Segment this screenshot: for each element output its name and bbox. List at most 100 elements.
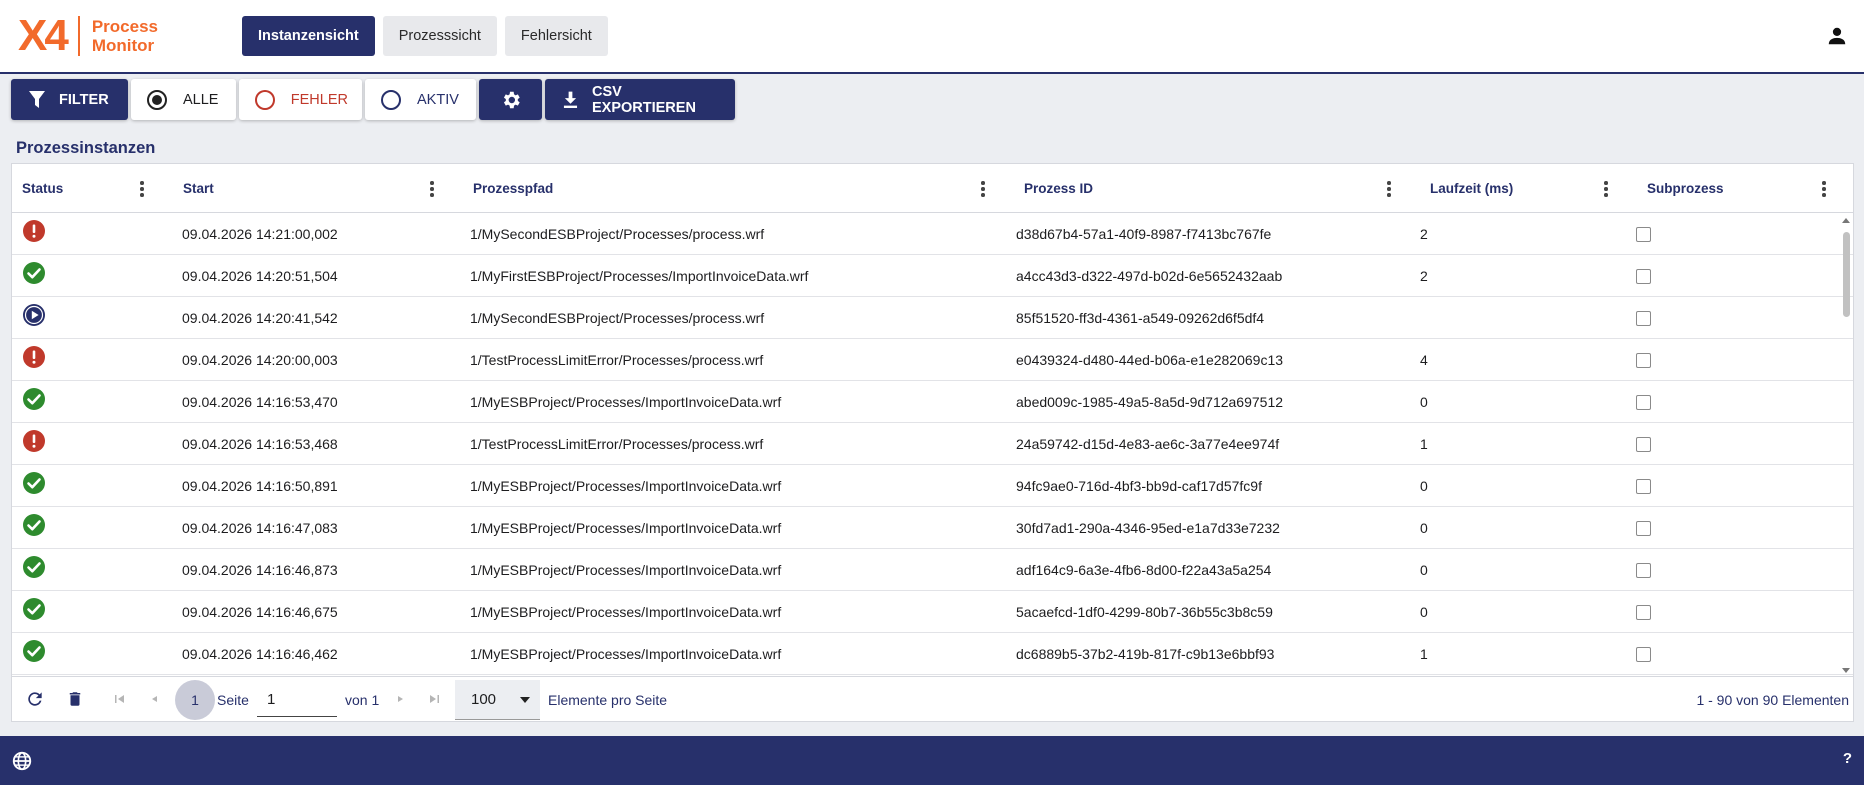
table-row[interactable]: 09.04.2026 14:20:51,504 1/MyFirstESBProje…	[12, 255, 1853, 297]
logo-mark: X4	[18, 11, 69, 60]
success-status-icon	[23, 388, 45, 410]
table-row[interactable]: 09.04.2026 14:21:00,002 1/MySecondESBProj…	[12, 213, 1853, 255]
globe-icon[interactable]	[11, 750, 33, 772]
subprocess-checkbox[interactable]	[1636, 604, 1651, 620]
tab-fehlersicht[interactable]: Fehlersicht	[504, 16, 608, 56]
table-row[interactable]: 09.04.2026 14:20:41,542 1/MySecondESBProj…	[12, 297, 1853, 339]
refresh-icon[interactable]	[25, 689, 45, 709]
subprocess-checkbox[interactable]	[1636, 520, 1651, 536]
column-menu-icon[interactable]	[140, 181, 144, 197]
cell-runtime: 1	[1420, 436, 1428, 452]
help-button[interactable]: ?	[1843, 750, 1852, 767]
table-row[interactable]: 09.04.2026 14:20:00,003 1/TestProcessLimi…	[12, 339, 1853, 381]
section-title: Prozessinstanzen	[16, 139, 156, 157]
csv-export-button[interactable]: CSV EXPORTIEREN	[545, 79, 735, 120]
table-row[interactable]: 09.04.2026 14:16:53,470 1/MyESBProject/Pr…	[12, 381, 1853, 423]
radio-selected-icon	[147, 89, 167, 110]
cell-start: 09.04.2026 14:16:46,873	[182, 562, 338, 578]
cell-process-id: 5acaefcd-1df0-4299-80b7-36b55c3b8c59	[1016, 604, 1273, 620]
filter-all-radio[interactable]: ALLE	[131, 79, 236, 120]
subprocess-checkbox[interactable]	[1636, 226, 1651, 242]
column-header-status[interactable]: Status	[22, 164, 63, 213]
column-menu-icon[interactable]	[430, 181, 434, 197]
previous-page-icon[interactable]	[148, 692, 162, 706]
cell-path: 1/TestProcessLimitError/Processes/proces…	[470, 436, 764, 452]
error-status-icon	[23, 220, 45, 242]
error-status-icon	[23, 430, 45, 452]
subprocess-checkbox[interactable]	[1636, 646, 1651, 662]
cell-runtime: 2	[1420, 268, 1428, 284]
page-size-label: Elemente pro Seite	[548, 691, 668, 708]
cell-process-id: 94fc9ae0-716d-4bf3-bb9d-caf17d57fc9f	[1016, 478, 1262, 494]
subprocess-checkbox[interactable]	[1636, 310, 1651, 326]
next-page-icon[interactable]	[393, 692, 407, 706]
column-header-runtime[interactable]: Laufzeit (ms)	[1430, 164, 1513, 213]
subprocess-checkbox[interactable]	[1636, 394, 1651, 410]
page-size-select[interactable]: 100	[455, 680, 540, 720]
last-page-icon[interactable]	[427, 692, 441, 706]
page-number-input[interactable]	[257, 683, 337, 717]
first-page-icon[interactable]	[113, 692, 127, 706]
cell-process-id: a4cc43d3-d322-497d-b02d-6e5652432aab	[1016, 268, 1283, 284]
table-row[interactable]: 09.04.2026 14:16:46,462 1/MyESBProject/Pr…	[12, 633, 1853, 675]
column-header-id[interactable]: Prozess ID	[1024, 164, 1093, 213]
cell-path: 1/TestProcessLimitError/Processes/proces…	[470, 352, 764, 368]
cell-path: 1/MyESBProject/Processes/ImportInvoiceDa…	[470, 604, 782, 620]
column-menu-icon[interactable]	[1387, 181, 1391, 197]
cell-runtime: 0	[1420, 604, 1428, 620]
scroll-down-icon[interactable]	[1842, 668, 1850, 673]
cell-process-id: 24a59742-d15d-4e83-ae6c-3a77e4ee974f	[1016, 436, 1280, 452]
trash-icon[interactable]	[66, 689, 84, 709]
table-row[interactable]: 09.04.2026 14:16:47,083 1/MyESBProject/Pr…	[12, 507, 1853, 549]
tab-instanzensicht[interactable]: Instanzensicht	[242, 16, 375, 56]
user-icon[interactable]	[1826, 25, 1848, 47]
cell-path: 1/MyESBProject/Processes/ImportInvoiceDa…	[470, 478, 782, 494]
cell-path: 1/MyESBProject/Processes/ImportInvoiceDa…	[470, 646, 782, 662]
success-status-icon	[23, 640, 45, 662]
column-menu-icon[interactable]	[1604, 181, 1608, 197]
column-menu-icon[interactable]	[981, 181, 985, 197]
subprocess-checkbox[interactable]	[1636, 352, 1651, 368]
column-header-subprocess[interactable]: Subprozess	[1647, 164, 1724, 213]
cell-start: 09.04.2026 14:20:51,504	[182, 268, 338, 284]
table-row[interactable]: 09.04.2026 14:16:46,675 1/MyESBProject/Pr…	[12, 591, 1853, 633]
subprocess-checkbox[interactable]	[1636, 562, 1651, 578]
subprocess-checkbox[interactable]	[1636, 436, 1651, 452]
filter-active-radio[interactable]: AKTIV	[365, 79, 476, 120]
table-row[interactable]: 09.04.2026 14:16:50,891 1/MyESBProject/Pr…	[12, 465, 1853, 507]
cell-path: 1/MyESBProject/Processes/ImportInvoiceDa…	[470, 394, 782, 410]
page-size-value: 100	[471, 691, 497, 708]
subprocess-checkbox[interactable]	[1636, 268, 1651, 284]
filter-error-label: FEHLER	[290, 91, 348, 108]
cell-start: 09.04.2026 14:16:50,891	[182, 478, 338, 494]
filter-error-radio[interactable]: FEHLER	[239, 79, 362, 120]
scroll-up-icon[interactable]	[1842, 218, 1850, 223]
filter-all-label: ALLE	[183, 91, 219, 108]
column-menu-icon[interactable]	[1822, 181, 1826, 197]
logo-text: Process Monitor	[92, 17, 158, 55]
column-header-start[interactable]: Start	[183, 164, 214, 213]
cell-runtime: 0	[1420, 394, 1428, 410]
settings-button[interactable]	[479, 79, 542, 120]
scroll-thumb[interactable]	[1843, 232, 1850, 317]
cell-path: 1/MyESBProject/Processes/ImportInvoiceDa…	[470, 562, 782, 578]
tab-prozesssicht[interactable]: Prozesssicht	[382, 16, 497, 56]
cell-path: 1/MyESBProject/Processes/ImportInvoiceDa…	[470, 520, 782, 536]
cell-subprocess	[1636, 633, 1651, 675]
column-header-path[interactable]: Prozesspfad	[473, 164, 553, 213]
cell-runtime: 0	[1420, 478, 1428, 494]
success-status-icon	[23, 514, 45, 536]
logo-line-2: Monitor	[91, 36, 155, 55]
toolbar: FILTER ALLE FEHLER AKTIV CSV EXPORTIEREN	[11, 79, 735, 120]
table-row[interactable]: 09.04.2026 14:16:53,468 1/TestProcessLimi…	[12, 423, 1853, 465]
logo-separator	[77, 16, 80, 56]
subprocess-checkbox[interactable]	[1636, 478, 1651, 494]
radio-empty-icon	[381, 89, 401, 110]
app-logo[interactable]: X4 Process Monitor	[18, 11, 158, 61]
cell-process-id: 85f51520-ff3d-4361-a549-09262d6f5df4	[1016, 310, 1265, 326]
cell-subprocess	[1636, 213, 1651, 255]
table-row[interactable]: 09.04.2026 14:16:46,873 1/MyESBProject/Pr…	[12, 549, 1853, 591]
filter-button[interactable]: FILTER	[11, 79, 128, 120]
grid-scrollbar[interactable]	[1840, 214, 1852, 676]
current-page-button[interactable]: 1	[175, 680, 215, 720]
